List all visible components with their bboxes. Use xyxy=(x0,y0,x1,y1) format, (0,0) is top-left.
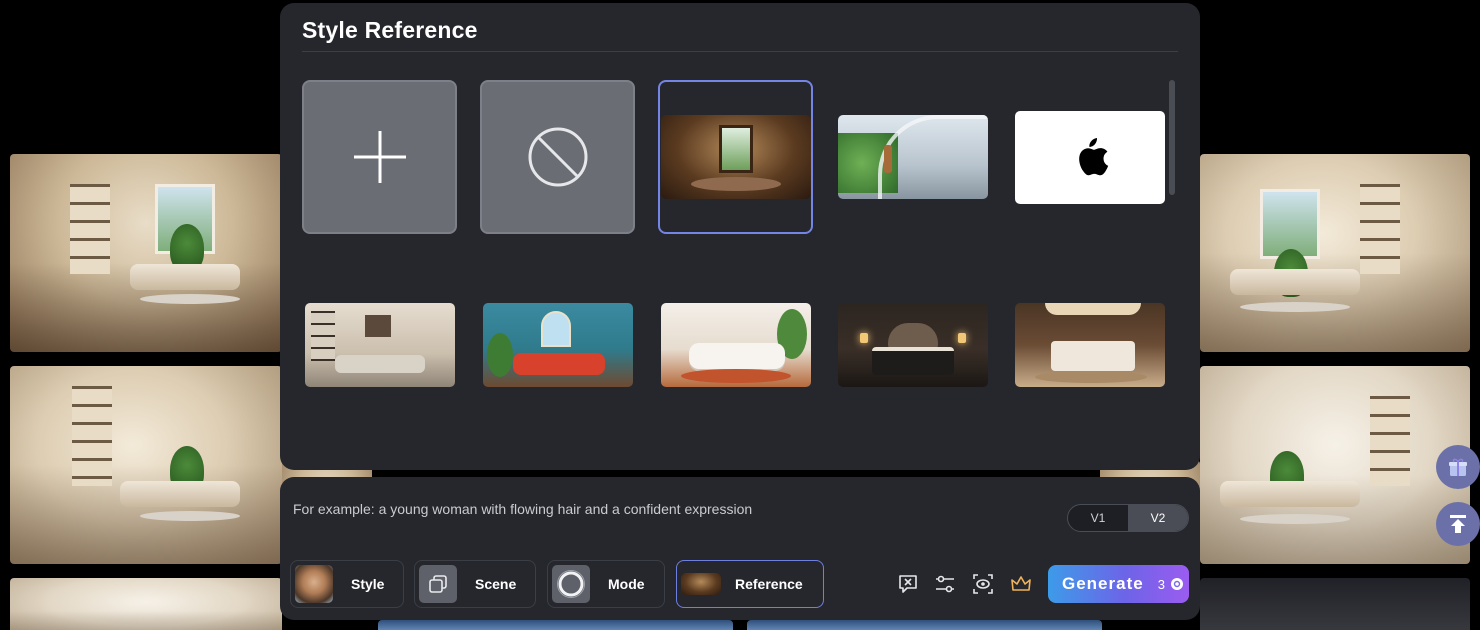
apple-logo-icon xyxy=(1078,138,1108,176)
style-tile-apple-logo[interactable] xyxy=(1012,80,1167,234)
clear-prompt-icon[interactable] xyxy=(895,571,921,597)
preview-eye-icon[interactable] xyxy=(970,571,996,597)
mode-chip[interactable]: Mode xyxy=(547,560,665,608)
prompt-input[interactable] xyxy=(293,501,1053,517)
gallery-image[interactable] xyxy=(10,578,282,630)
style-thumbnail xyxy=(482,303,633,387)
style-reference-modal: Style Reference xyxy=(280,3,1200,470)
mode-ring-icon xyxy=(557,570,585,598)
style-chip[interactable]: Style xyxy=(290,560,404,608)
scene-layers-icon xyxy=(429,575,447,593)
settings-sliders-icon[interactable] xyxy=(932,571,958,597)
gallery-image[interactable] xyxy=(1200,578,1470,630)
generate-cost: 3 xyxy=(1157,576,1165,592)
style-avatar xyxy=(295,565,333,603)
gallery-image[interactable] xyxy=(10,366,282,564)
no-style-tile[interactable] xyxy=(480,80,635,234)
add-style-tile[interactable] xyxy=(302,80,457,234)
gallery-image[interactable] xyxy=(1200,154,1470,352)
generate-label: Generate xyxy=(1062,574,1144,593)
style-chip-label: Style xyxy=(351,576,385,592)
reference-chip[interactable]: Reference xyxy=(676,560,824,608)
gallery-image[interactable] xyxy=(1200,366,1470,564)
gallery-image[interactable] xyxy=(378,620,733,630)
style-tile-white-boho-living-room[interactable] xyxy=(658,268,813,422)
generate-button[interactable]: Generate 3 xyxy=(1048,565,1189,603)
style-thumbnail xyxy=(660,303,811,387)
gift-button[interactable] xyxy=(1436,445,1480,489)
version-v2-button[interactable]: V2 xyxy=(1128,505,1188,531)
style-tile-luxury-bedroom[interactable] xyxy=(1012,268,1167,422)
style-tile-boho-red-sofa[interactable] xyxy=(480,268,635,422)
style-tile-futuristic-corridor[interactable] xyxy=(835,80,990,234)
version-v1-button[interactable]: V1 xyxy=(1068,505,1128,531)
style-thumbnail xyxy=(1014,110,1165,204)
modal-scrollbar[interactable] xyxy=(1169,80,1175,195)
scene-chip[interactable]: Scene xyxy=(414,560,536,608)
modal-divider xyxy=(302,51,1178,52)
mode-chip-label: Mode xyxy=(608,576,645,592)
credit-coin-icon xyxy=(1170,578,1183,590)
crown-icon[interactable] xyxy=(1008,571,1034,597)
style-tile-colonial-living-room[interactable] xyxy=(658,80,813,234)
reference-thumbnail xyxy=(681,573,721,595)
style-tile-beige-living-room[interactable] xyxy=(302,268,457,422)
modal-title: Style Reference xyxy=(302,17,478,43)
style-thumbnail xyxy=(304,303,455,387)
version-toggle: V1 V2 xyxy=(1067,504,1189,532)
gift-icon xyxy=(1449,458,1467,476)
style-tile-dark-bedroom[interactable] xyxy=(835,268,990,422)
scene-chip-label: Scene xyxy=(475,576,517,592)
style-thumbnail xyxy=(660,115,811,199)
arrow-up-to-top-icon xyxy=(1450,515,1466,533)
app-stage: Style Reference For example: a young wom… xyxy=(0,0,1480,630)
gallery-image[interactable] xyxy=(747,620,1102,630)
style-grid xyxy=(302,80,1172,460)
plus-icon xyxy=(353,131,406,183)
style-thumbnail xyxy=(837,115,988,199)
reference-chip-label: Reference xyxy=(735,576,803,592)
ban-icon xyxy=(528,127,587,187)
gallery-image[interactable] xyxy=(10,154,282,352)
scroll-to-top-button[interactable] xyxy=(1436,502,1480,546)
style-thumbnail xyxy=(1014,303,1165,387)
style-thumbnail xyxy=(837,303,988,387)
prompt-panel: V1 V2 Style Scene Mode xyxy=(280,477,1200,620)
